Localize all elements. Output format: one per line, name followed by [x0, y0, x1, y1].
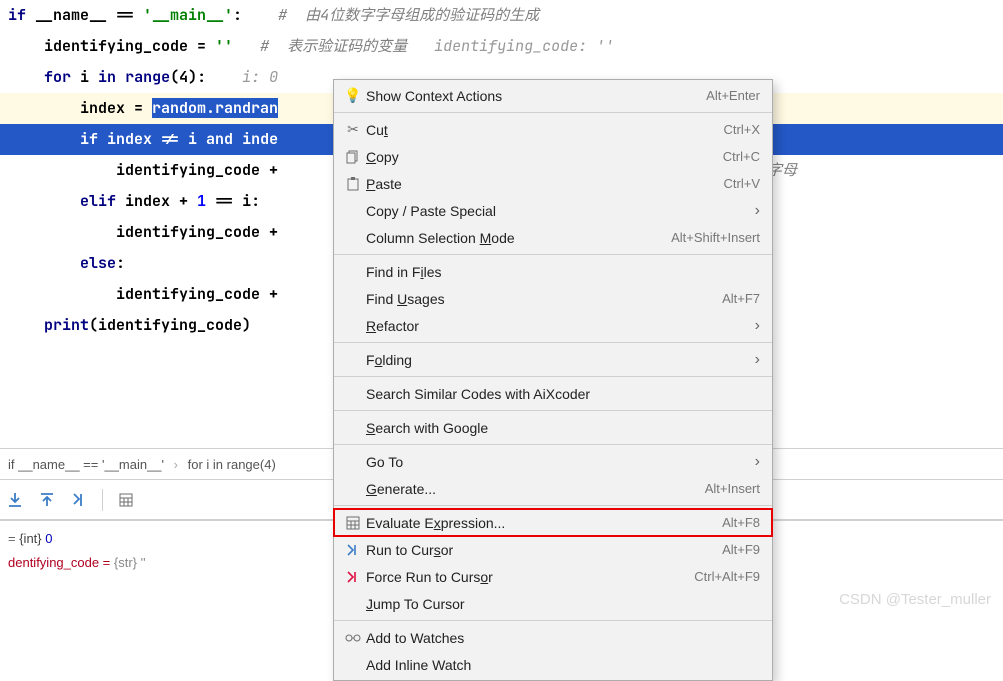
force-run-icon: [340, 570, 366, 584]
breadcrumb-item[interactable]: for i in range(4): [188, 457, 276, 472]
run-to-cursor-icon[interactable]: [70, 491, 88, 509]
menu-cut[interactable]: ✂ Cut Ctrl+X: [334, 116, 772, 143]
menu-generate[interactable]: Generate... Alt+Insert: [334, 475, 772, 502]
menu-add-to-watches[interactable]: Add to Watches: [334, 624, 772, 651]
copy-icon: [340, 150, 366, 164]
menu-find-usages[interactable]: Find Usages Alt+F7: [334, 285, 772, 312]
paste-icon: [340, 177, 366, 191]
menu-copy[interactable]: Copy Ctrl+C: [334, 143, 772, 170]
menu-separator: [334, 254, 772, 255]
menu-force-run-to-cursor[interactable]: Force Run to Cursor Ctrl+Alt+F9: [334, 563, 772, 590]
menu-add-inline-watch[interactable]: Add Inline Watch: [334, 651, 772, 678]
menu-run-to-cursor[interactable]: Run to Cursor Alt+F9: [334, 536, 772, 563]
menu-jump-to-cursor[interactable]: Jump To Cursor: [334, 590, 772, 617]
selected-text: random.randran: [152, 98, 278, 118]
code-line: if __name__ == '__main__': # 由4位数字字母组成的验…: [0, 0, 1003, 31]
watermark: CSDN @Tester_muller: [839, 591, 991, 608]
menu-go-to[interactable]: Go To: [334, 448, 772, 475]
breadcrumb-separator: ›: [174, 457, 178, 472]
menu-separator: [334, 342, 772, 343]
glasses-icon: [340, 633, 366, 643]
menu-show-context-actions[interactable]: 💡 Show Context Actions Alt+Enter: [334, 82, 772, 109]
menu-refactor[interactable]: Refactor: [334, 312, 772, 339]
scissors-icon: ✂: [340, 121, 366, 138]
breadcrumb-item[interactable]: if __name__ == '__main__': [8, 457, 164, 472]
calculator-icon[interactable]: [117, 491, 135, 509]
toolbar-divider: [102, 489, 103, 511]
menu-separator: [334, 112, 772, 113]
menu-evaluate-expression[interactable]: Evaluate Expression... Alt+F8: [334, 509, 772, 536]
download-icon[interactable]: [6, 491, 24, 509]
menu-separator: [334, 620, 772, 621]
menu-find-in-files[interactable]: Find in Files: [334, 258, 772, 285]
menu-search-aixcoder[interactable]: Search Similar Codes with AiXcoder: [334, 380, 772, 407]
context-menu: 💡 Show Context Actions Alt+Enter ✂ Cut C…: [333, 79, 773, 681]
run-to-cursor-icon: [340, 543, 366, 557]
code-line: identifying_code = '' # 表示验证码的变量 identif…: [0, 31, 1003, 62]
keyword-if: if: [8, 5, 26, 25]
menu-paste[interactable]: Paste Ctrl+V: [334, 170, 772, 197]
calculator-icon: [340, 516, 366, 530]
menu-search-google[interactable]: Search with Google: [334, 414, 772, 441]
menu-column-selection[interactable]: Column Selection Mode Alt+Shift+Insert: [334, 224, 772, 251]
menu-separator: [334, 444, 772, 445]
menu-separator: [334, 376, 772, 377]
bulb-icon: 💡: [340, 87, 366, 104]
menu-folding[interactable]: Folding: [334, 346, 772, 373]
menu-separator: [334, 505, 772, 506]
menu-copy-paste-special[interactable]: Copy / Paste Special: [334, 197, 772, 224]
menu-separator: [334, 410, 772, 411]
upload-icon[interactable]: [38, 491, 56, 509]
